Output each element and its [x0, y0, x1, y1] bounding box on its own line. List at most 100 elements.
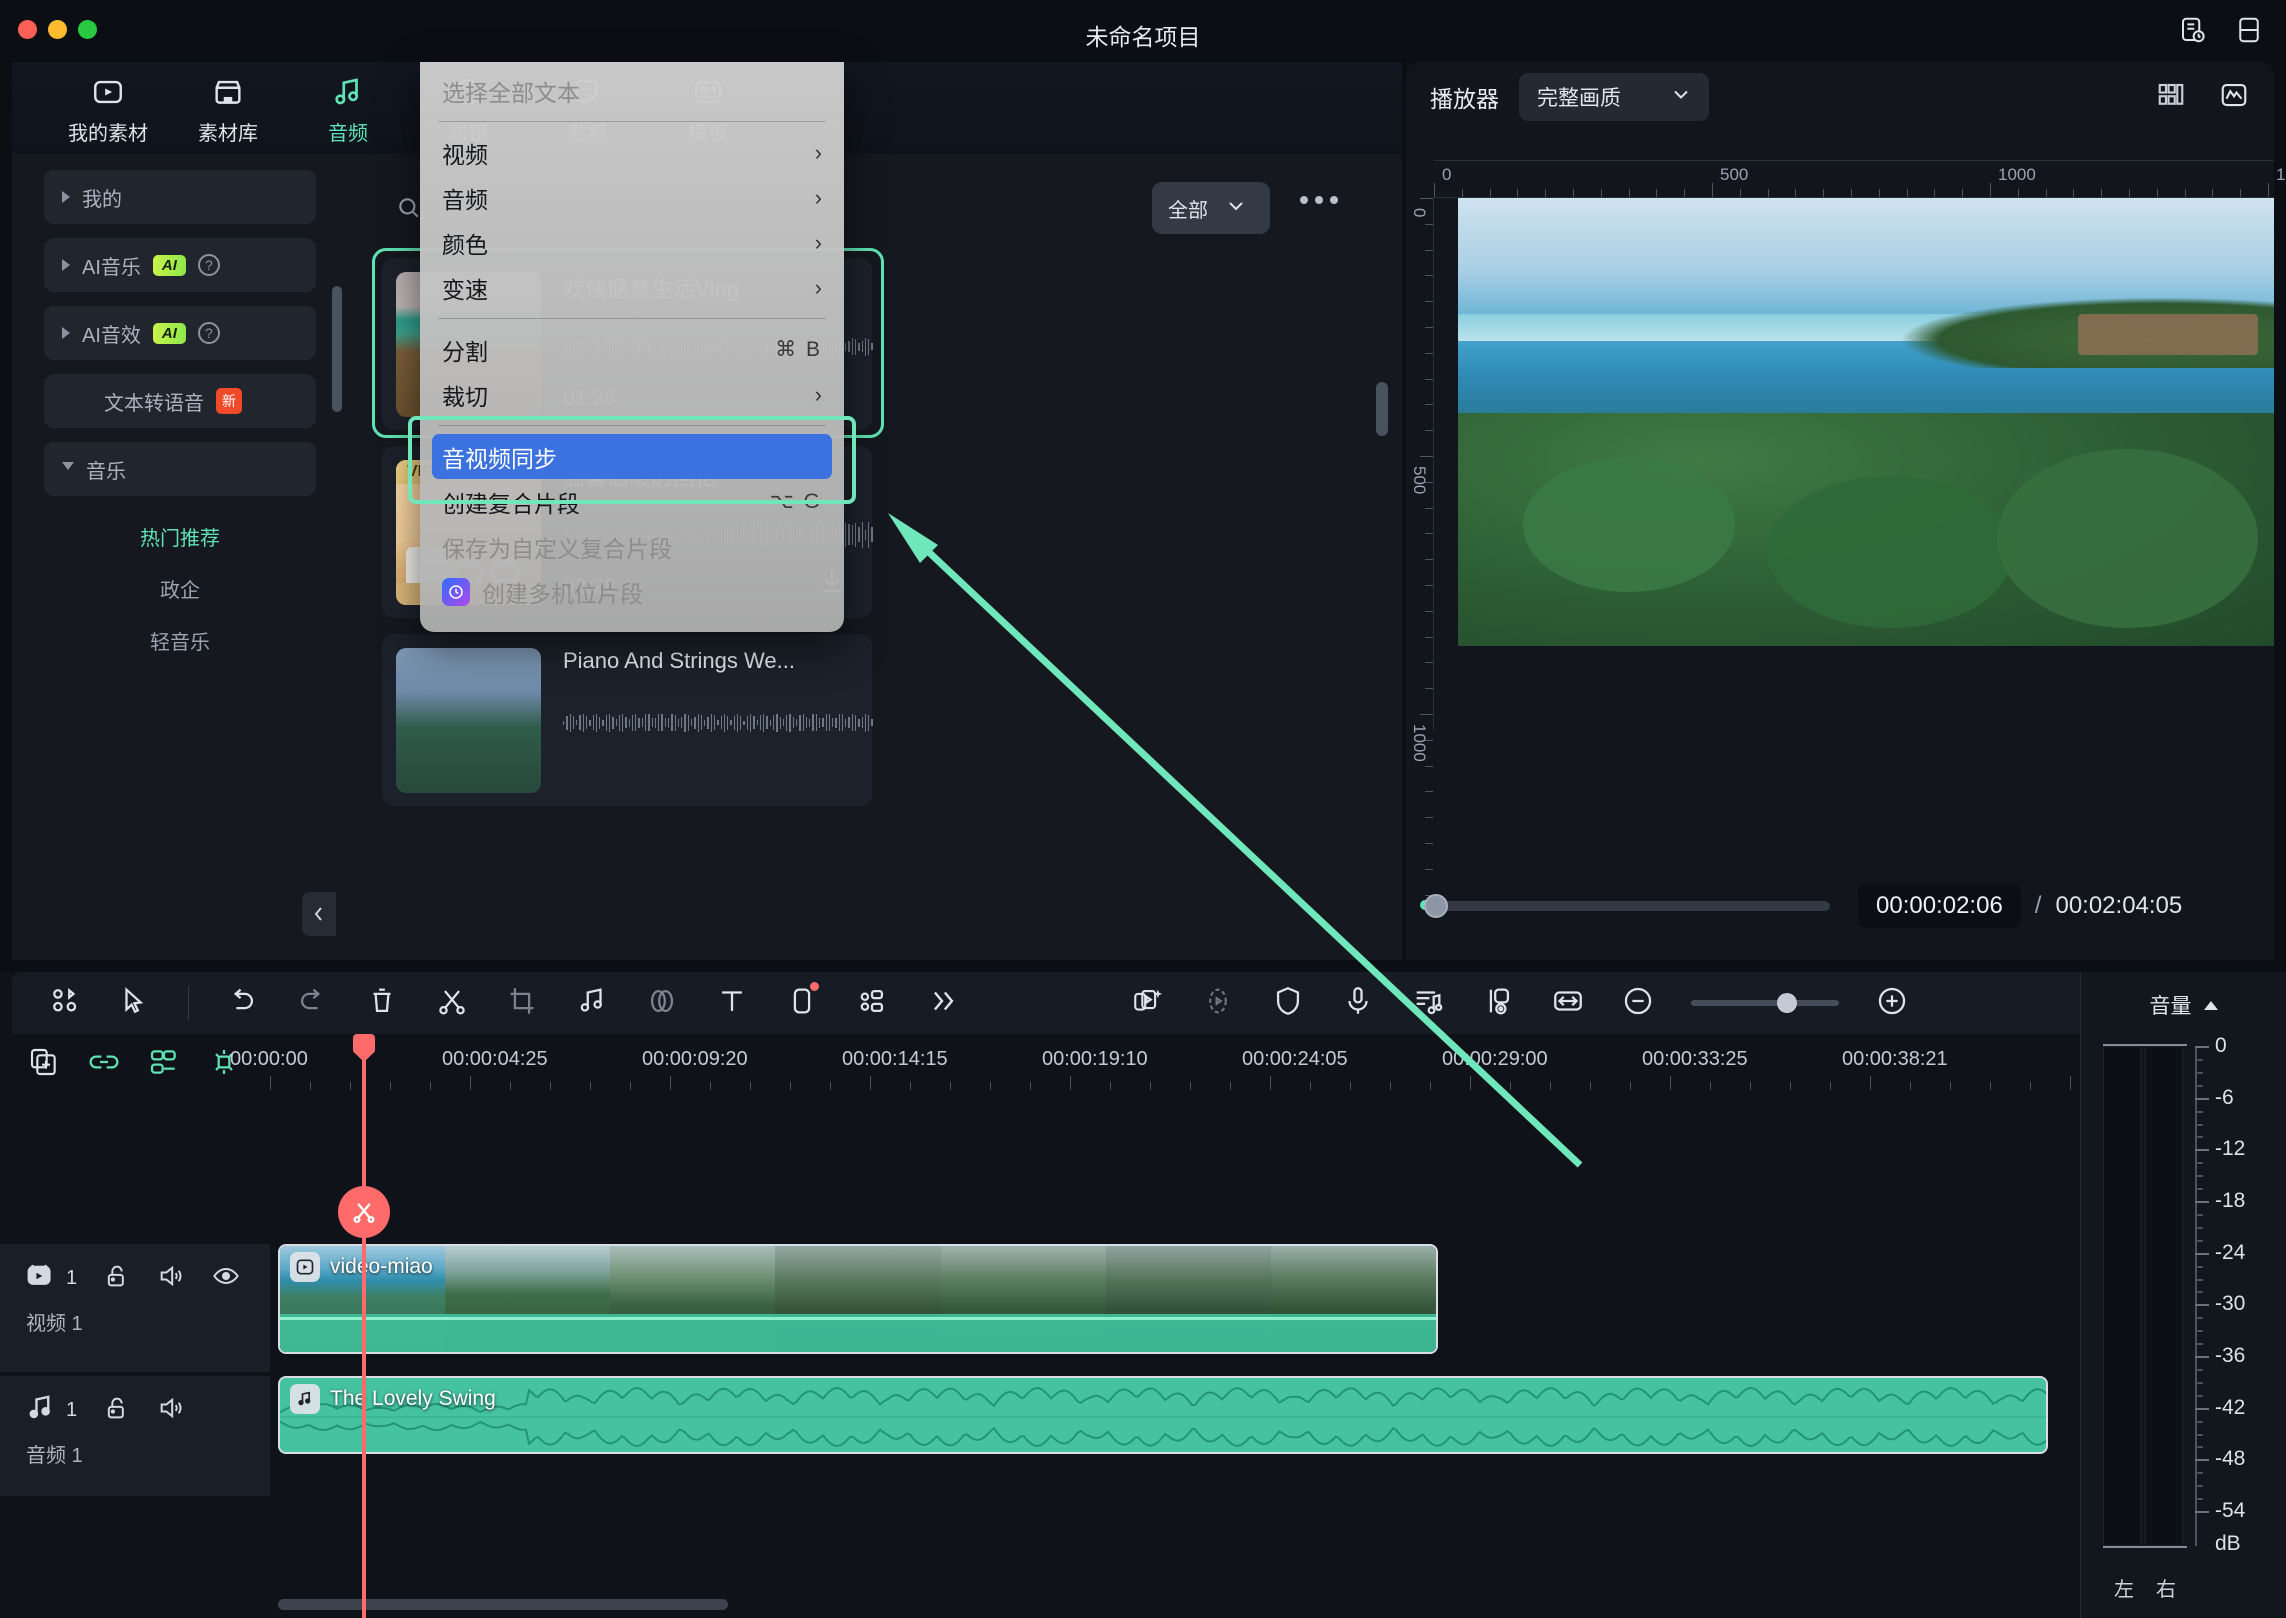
search-icon [396, 195, 422, 226]
clock-app-icon [442, 577, 470, 606]
sidebar-scrollbar[interactable] [332, 286, 342, 412]
volume-meter-panel: 音量 0 -6 -12 -18 -24 -30 -36 -42 -48 -54 dB 左 右 [2080, 972, 2286, 1618]
mask-tool-icon[interactable] [785, 981, 819, 1023]
player-ruler-horizontal: 050010001500 [1434, 160, 2286, 198]
redo-button[interactable] [295, 984, 329, 1023]
menu-item-crop[interactable]: 裁切 › [420, 372, 844, 417]
menu-item-audio[interactable]: 音频 › [420, 175, 844, 220]
timeline-ruler[interactable]: 00:00:00 00:00:04:25 00:00:09:20 00:00:14:1… [230, 1034, 2286, 1092]
seek-handle[interactable] [1424, 894, 1448, 918]
group-clips-icon[interactable] [148, 1046, 180, 1083]
help-icon[interactable]: ? [197, 254, 220, 276]
sidebar-item-tts[interactable]: 文本转语音 新 [44, 374, 316, 428]
track-mute-icon[interactable] [157, 1262, 185, 1295]
menu-item-color[interactable]: 颜色 › [420, 220, 844, 265]
selection-tool-icon[interactable] [118, 984, 152, 1023]
tab-label: 音频 [328, 122, 368, 145]
meter-channel-right [2145, 1046, 2183, 1546]
meter-scale-label: -42 [2215, 1395, 2246, 1419]
layout-panel-icon[interactable] [2234, 15, 2264, 50]
crop-button[interactable] [505, 984, 539, 1023]
grid-layout-icon[interactable] [2156, 80, 2186, 115]
track-visibility-icon[interactable] [211, 1262, 241, 1295]
split-scissors-icon[interactable] [435, 984, 469, 1023]
meter-scale-label: -18 [2215, 1189, 2246, 1212]
more-tools-icon[interactable] [925, 984, 959, 1023]
auto-beat-icon[interactable] [1411, 984, 1445, 1023]
more-options-button[interactable] [1300, 196, 1338, 204]
lock-icon[interactable] [103, 1262, 131, 1295]
menu-item-split[interactable]: 分割 ⌘ B [420, 327, 844, 372]
sidebar-item-government[interactable]: 政企 [30, 562, 330, 614]
audio-detach-icon[interactable] [575, 984, 609, 1023]
timeline-clip-video[interactable]: video-miao [278, 1244, 1438, 1354]
clip-name: The Lovely Swing [330, 1387, 496, 1410]
chevron-right-icon [62, 191, 70, 203]
quality-dropdown[interactable]: 完整画质 [1519, 73, 1709, 121]
lock-icon[interactable] [103, 1394, 131, 1427]
meter-scale-label: 0 [2215, 1034, 2227, 1057]
current-timecode[interactable]: 00:00:02:06 [1858, 884, 2021, 928]
ai-effects-icon[interactable] [1131, 984, 1165, 1023]
caret-up-icon[interactable] [2203, 1000, 2218, 1010]
media-grid-icon[interactable] [48, 984, 82, 1023]
link-clips-icon[interactable] [88, 1046, 120, 1083]
track-name: 视频 1 [26, 1313, 83, 1335]
sidebar-item-label: AI音乐 [82, 256, 141, 279]
fit-to-window-icon[interactable] [1551, 984, 1585, 1023]
title-bar: 未命名项目 [0, 0, 2286, 62]
volume-meter-body: 0 -6 -12 -18 -24 -30 -36 -42 -48 -54 dB [2103, 1034, 2267, 1560]
menu-item-video[interactable]: 视频 › [420, 130, 844, 175]
sidebar-item-music[interactable]: 音乐 [44, 442, 316, 496]
playhead[interactable] [338, 1034, 390, 1618]
color-match-icon[interactable] [645, 984, 679, 1023]
volume-meter-header[interactable]: 音量 [2081, 972, 2286, 1020]
meter-scale-label: -24 [2215, 1240, 2246, 1264]
filter-dropdown[interactable]: 全部 [1152, 182, 1270, 234]
meter-channel-labels: 左 右 [2103, 1573, 2187, 1602]
timeline-clip-audio[interactable]: The Lovely Swing [278, 1376, 2048, 1454]
chevron-right-icon: › [814, 381, 822, 407]
split-at-playhead-button[interactable] [338, 1186, 390, 1238]
delete-button[interactable] [365, 984, 399, 1023]
zoom-in-button[interactable] [1875, 984, 1909, 1023]
zoom-out-button[interactable] [1621, 984, 1655, 1023]
marker-icon[interactable] [1481, 984, 1515, 1023]
history-icon[interactable] [2178, 15, 2208, 50]
tab-stock-library[interactable]: 素材库 [168, 71, 288, 146]
track-mute-icon[interactable] [157, 1394, 185, 1427]
sidebar-item-mine[interactable]: 我的 [44, 170, 316, 224]
channel-left-label: 左 [2114, 1579, 2134, 1601]
waveform [563, 706, 873, 740]
menu-item-label: 视频 [442, 141, 488, 168]
collapse-sidebar-button[interactable] [302, 892, 336, 936]
sidebar-item-ai-music[interactable]: AI音乐 AI ? [44, 238, 316, 292]
seek-slider[interactable] [1420, 894, 1830, 918]
list-item[interactable]: Piano And Strings We... [382, 634, 873, 806]
tab-my-media[interactable]: 我的素材 [48, 71, 168, 146]
scope-waveform-icon[interactable] [2218, 80, 2250, 115]
add-track-icon[interactable] [28, 1046, 60, 1083]
auto-reframe-icon[interactable] [1201, 984, 1235, 1023]
shield-icon[interactable] [1271, 984, 1305, 1023]
timeline-panel: 00:00:00 00:00:04:25 00:00:09:20 00:00:14:1… [0, 972, 2286, 1618]
microphone-icon[interactable] [1341, 984, 1375, 1023]
player-seek-row: 00:00:02:06 / 00:02:04:05 [1420, 884, 2250, 928]
sidebar-item-hot-recommend[interactable]: 热门推荐 [30, 510, 330, 562]
menu-item-select-all-text: 选择全部文本 [442, 79, 580, 106]
text-tool-icon[interactable] [715, 984, 749, 1023]
tab-audio[interactable]: 音频 [288, 71, 408, 146]
zoom-slider[interactable] [1691, 993, 1839, 1013]
zoom-slider-handle[interactable] [1777, 993, 1797, 1013]
video-preview[interactable] [1434, 198, 2274, 646]
content-scrollbar[interactable] [1376, 382, 1388, 436]
help-icon[interactable]: ? [197, 322, 220, 344]
sidebar-item-light-music[interactable]: 轻音乐 [30, 614, 330, 666]
video-track-icon [26, 1260, 60, 1297]
timeline-horizontal-scrollbar[interactable] [278, 1599, 728, 1610]
sidebar-item-ai-sfx[interactable]: AI音效 AI ? [44, 306, 316, 360]
menu-item-speed[interactable]: 变速 › [420, 265, 844, 310]
track-controls: 1 [0, 1376, 270, 1429]
keyframe-tool-icon[interactable] [855, 984, 889, 1023]
undo-button[interactable] [225, 984, 259, 1023]
